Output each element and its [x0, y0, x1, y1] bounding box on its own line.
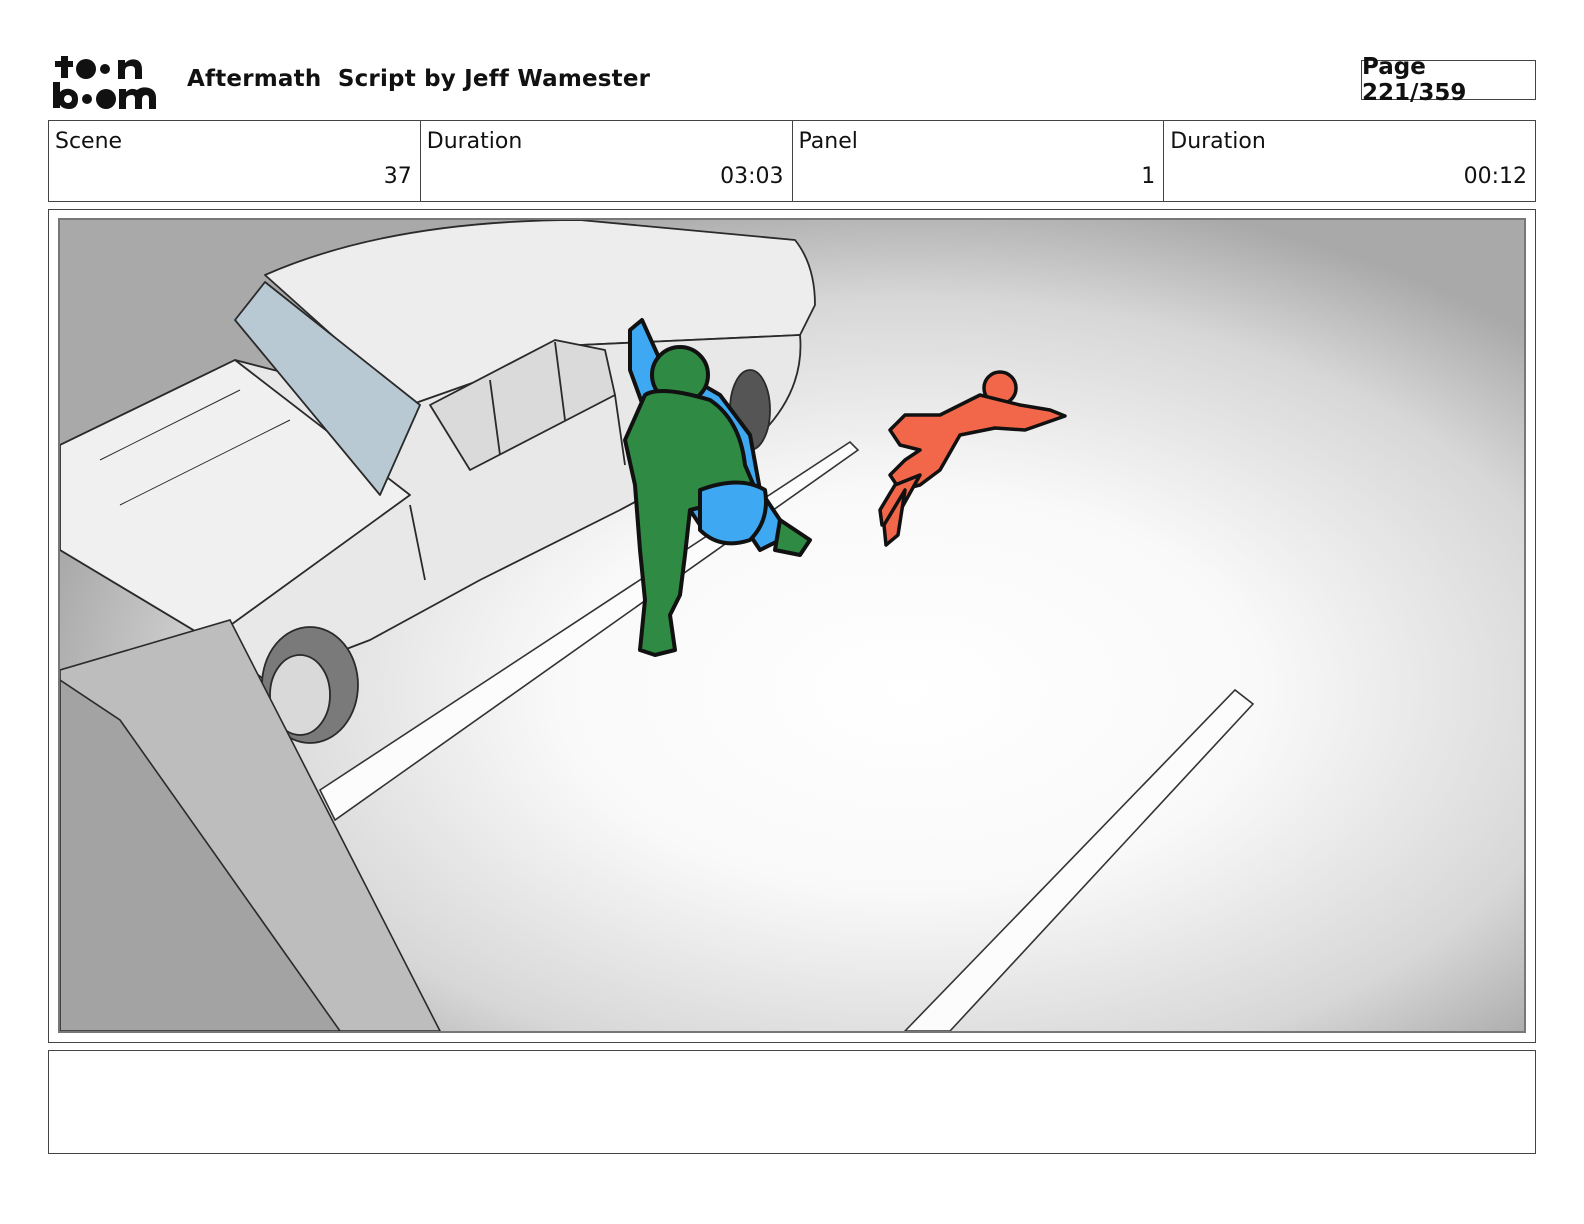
storyboard-panel-frame — [48, 209, 1536, 1043]
panel-duration-label: Duration — [1170, 129, 1266, 154]
pillar-drawing — [60, 619, 441, 1031]
panel-value: 1 — [1141, 164, 1156, 189]
panel-duration-value: 00:12 — [1463, 164, 1527, 189]
scene-duration-label: Duration — [426, 129, 523, 154]
scene-duration-value: 03:03 — [720, 164, 784, 189]
scene-cell: Scene 37 — [49, 121, 421, 201]
panel-cell: Panel 1 — [793, 121, 1165, 201]
panel-label: Panel — [798, 129, 858, 154]
storyboard-panel-image — [58, 218, 1526, 1033]
panel-info-table: Scene 37 Duration 03:03 Panel 1 Duration… — [48, 120, 1536, 202]
scene-value: 37 — [383, 164, 412, 189]
document-title: Aftermath Script by Jeff Wamester — [187, 66, 651, 92]
scene-label: Scene — [55, 129, 123, 154]
toon-boom-logo — [52, 52, 164, 112]
scene-duration-cell: Duration 03:03 — [421, 121, 793, 201]
fallen-figure — [878, 370, 1067, 547]
storyboard-drawing — [60, 220, 1255, 1031]
panel-duration-cell: Duration 00:12 — [1164, 121, 1535, 201]
page-number: Page 221/359 — [1361, 54, 1536, 106]
panel-notes-box — [48, 1050, 1536, 1154]
